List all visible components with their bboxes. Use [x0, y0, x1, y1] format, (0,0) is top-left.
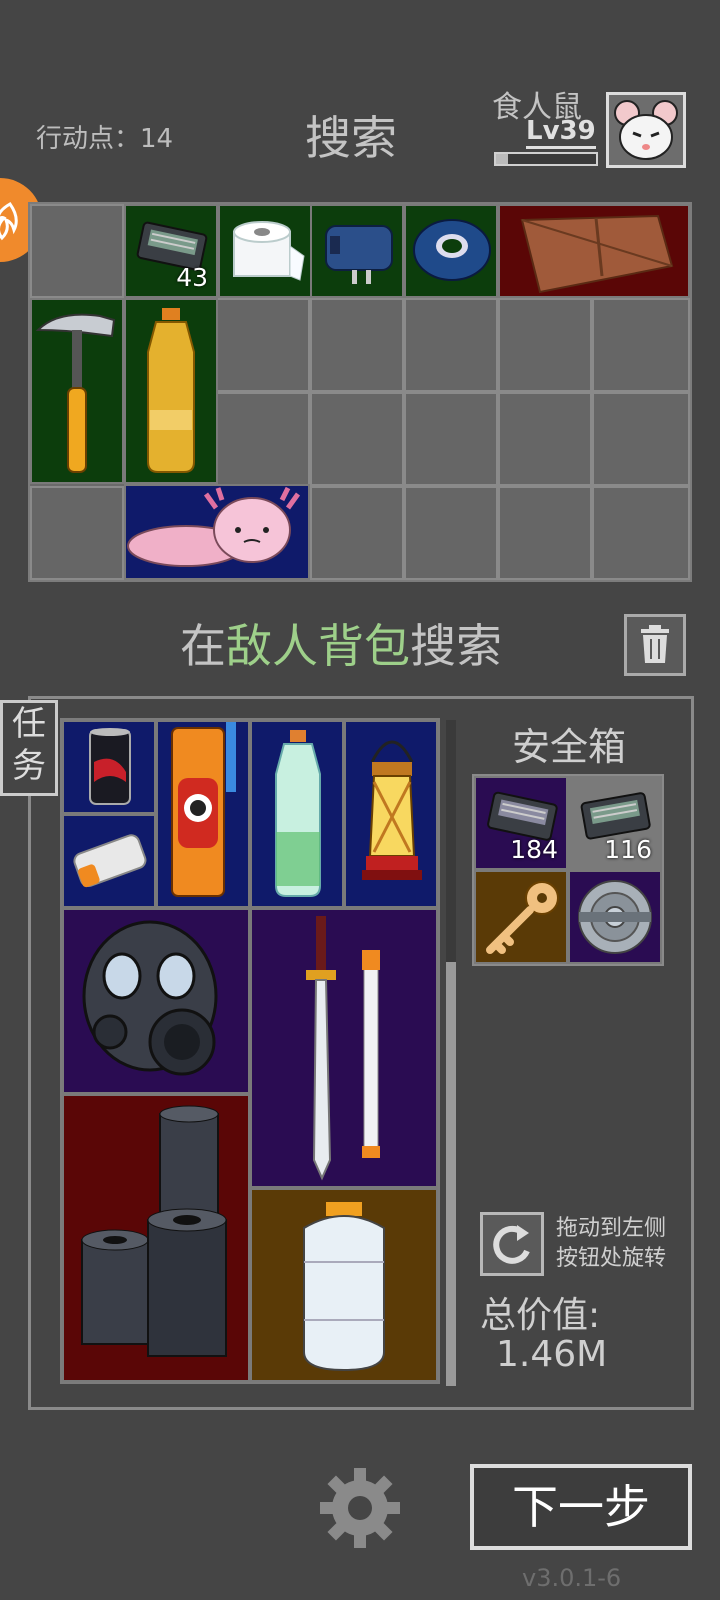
empty-slot[interactable]: [30, 486, 124, 580]
item-gun-parts-crate-2[interactable]: 116: [568, 776, 662, 870]
trash-icon: [641, 625, 669, 663]
leather-wallet-icon: [520, 214, 674, 294]
trash-button[interactable]: [624, 614, 686, 676]
settings-button[interactable]: [316, 1464, 404, 1552]
snack-tube-icon: [171, 722, 236, 897]
task-tab-char-1: 任: [12, 704, 46, 744]
item-count: 184: [510, 835, 558, 864]
empty-slot[interactable]: [30, 204, 124, 298]
enemy-bag-grid: [60, 718, 440, 1384]
scrollbar-thumb[interactable]: [446, 962, 456, 1386]
tape-roll-icon: [413, 219, 491, 281]
toilet-paper-icon: [233, 221, 305, 281]
search-heading: 在敌人背包搜索: [180, 610, 502, 676]
item-count: 116: [604, 835, 652, 864]
version-label: v3.0.1-6: [522, 1564, 622, 1592]
empty-slot[interactable]: [592, 486, 690, 580]
item-katana[interactable]: [250, 908, 438, 1188]
empty-slot[interactable]: [216, 392, 310, 486]
power-adapter-icon: [325, 225, 393, 284]
empty-slot[interactable]: [404, 392, 498, 486]
xp-bar-fill: [496, 154, 508, 164]
avatar[interactable]: [606, 92, 686, 168]
empty-slot[interactable]: [404, 298, 498, 392]
gear-icon: [320, 1468, 400, 1548]
empty-slot[interactable]: [592, 392, 690, 486]
item-snack-tube[interactable]: [156, 720, 250, 908]
item-hammer[interactable]: [30, 298, 124, 484]
item-power-bank[interactable]: [62, 814, 156, 908]
item-oil-lantern[interactable]: [344, 720, 438, 908]
rotate-button[interactable]: [480, 1212, 544, 1276]
liquid-nitrogen-tank-icon: [303, 1202, 385, 1372]
item-axolotl-plush[interactable]: [124, 484, 310, 580]
hammer-icon: [35, 313, 116, 473]
water-bottle-icon: [275, 730, 321, 897]
key-icon: [486, 881, 559, 954]
empty-slot[interactable]: [310, 392, 404, 486]
xp-bar: [494, 152, 598, 166]
total-value: 1.46M: [496, 1334, 608, 1375]
rat-avatar-icon: [614, 100, 678, 160]
empty-slot[interactable]: [310, 486, 404, 580]
search-heading-prefix: 在: [180, 619, 226, 673]
empty-slot[interactable]: [498, 486, 592, 580]
search-heading-target: 敌人背包: [226, 619, 410, 673]
soda-can-icon: [89, 728, 131, 805]
empty-slot[interactable]: [216, 298, 310, 392]
item-leather-wallet[interactable]: [498, 204, 690, 298]
item-water-bottle[interactable]: [250, 720, 344, 908]
oil-lantern-icon: [362, 740, 422, 880]
task-tab-char-2: 务: [12, 746, 46, 786]
item-gas-mask[interactable]: [62, 908, 250, 1094]
total-value-label: 总价值:: [480, 1295, 601, 1336]
axolotl-plush-icon: [127, 486, 301, 567]
item-gun-parts-crate[interactable]: 184: [474, 776, 568, 870]
power-bank-icon: [73, 834, 147, 888]
task-tab[interactable]: 任务: [0, 700, 58, 796]
item-oil-bottle[interactable]: [124, 298, 218, 484]
empty-slot[interactable]: [498, 298, 592, 392]
item-power-adapter[interactable]: [310, 204, 404, 298]
safe-box-grid: 184 116: [472, 774, 664, 966]
katana-icon: [306, 916, 380, 1181]
empty-slot[interactable]: [310, 298, 404, 392]
page-title: 搜索: [305, 111, 397, 165]
empty-slot[interactable]: [498, 392, 592, 486]
item-toilet-paper[interactable]: [218, 204, 312, 298]
search-heading-suffix: 搜索: [410, 619, 502, 673]
rotate-icon: [493, 1225, 530, 1264]
gas-mask-icon: [82, 920, 218, 1076]
next-step-button[interactable]: 下一步: [470, 1464, 692, 1550]
rotate-hint-line-1: 拖动到左侧: [556, 1216, 667, 1241]
empty-slot[interactable]: [592, 298, 690, 392]
rotate-hint-line-2: 按钮处旋转: [556, 1246, 667, 1271]
empty-slot[interactable]: [404, 486, 498, 580]
metal-cylinders-icon: [81, 1105, 227, 1357]
player-level: Lv39: [526, 118, 596, 149]
player-inventory-grid: 43: [28, 202, 692, 582]
item-metal-cylinders[interactable]: [62, 1094, 250, 1382]
item-gun-parts-crate[interactable]: 43: [124, 204, 218, 298]
item-count: 43: [176, 263, 208, 292]
rotate-hint: 拖动到左侧按钮处旋转: [556, 1214, 666, 1274]
oil-bottle-icon: [147, 308, 195, 473]
safe-box-label: 安全箱: [512, 725, 627, 769]
action-points-label: 行动点：14: [36, 124, 174, 154]
item-tape-roll[interactable]: [404, 204, 498, 298]
item-metal-disc[interactable]: [568, 870, 662, 964]
metal-disc-icon: [578, 880, 652, 954]
item-liquid-nitrogen-tank[interactable]: [250, 1188, 438, 1382]
item-key[interactable]: [474, 870, 568, 964]
item-soda-can[interactable]: [62, 720, 156, 814]
